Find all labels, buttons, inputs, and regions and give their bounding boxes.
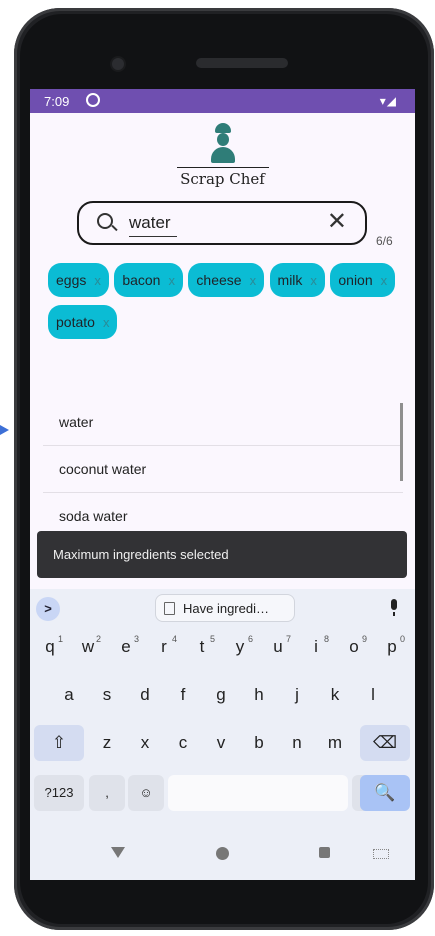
dnd-icon — [86, 93, 100, 107]
key-a[interactable]: a — [51, 677, 87, 713]
key-z[interactable]: z — [89, 725, 125, 761]
back-icon[interactable] — [111, 847, 125, 858]
earpiece-speaker — [196, 58, 288, 68]
app-title: Scrap Chef — [180, 170, 265, 188]
suggestion-dropdown: water coconut water soda water — [43, 399, 403, 534]
ingredient-search-bar[interactable]: ✕ — [77, 201, 367, 245]
key-w[interactable]: w2 — [70, 629, 106, 665]
search-icon — [97, 213, 113, 229]
key-u[interactable]: u7 — [260, 629, 296, 665]
expand-toolbar-icon[interactable]: > — [36, 597, 60, 621]
keyboard-row-1: q1 w2 e3 r4 t5 y6 u7 i8 o9 p0 — [30, 629, 415, 665]
key-p[interactable]: p0 — [374, 629, 410, 665]
keyboard-row-2: a s d f g h j k l — [30, 677, 415, 713]
key-r[interactable]: r4 — [146, 629, 182, 665]
emoji-key[interactable]: ☺ — [128, 775, 164, 811]
key-j[interactable]: j — [279, 677, 315, 713]
clear-search-icon[interactable]: ✕ — [327, 209, 347, 235]
clipboard-icon — [164, 601, 175, 615]
symbols-key[interactable]: ?123 — [34, 775, 84, 811]
clipboard-suggestion[interactable]: Have ingredi… — [155, 594, 295, 622]
chip-label: cheese — [196, 272, 242, 288]
chip-label: eggs — [56, 272, 87, 288]
search-input[interactable] — [129, 211, 299, 235]
chip-remove-icon[interactable]: x — [168, 273, 175, 288]
chip-potato[interactable]: potato x — [48, 305, 118, 339]
clipboard-suggestion-text: Have ingredi… — [183, 600, 269, 616]
chip-remove-icon[interactable]: x — [310, 273, 317, 288]
chip-remove-icon[interactable]: x — [250, 273, 257, 288]
signal-wifi-icons: ▾◢ — [379, 94, 397, 108]
comma-key[interactable]: , — [89, 775, 125, 811]
home-icon[interactable] — [216, 847, 229, 860]
key-g[interactable]: g — [203, 677, 239, 713]
key-e[interactable]: e3 — [108, 629, 144, 665]
key-q[interactable]: q1 — [32, 629, 68, 665]
chip-eggs[interactable]: eggs x — [48, 263, 109, 297]
chip-cheese[interactable]: cheese x — [188, 263, 265, 297]
key-d[interactable]: d — [127, 677, 163, 713]
suggestion-item[interactable]: coconut water — [43, 446, 403, 493]
chip-label: potato — [56, 314, 95, 330]
recents-icon[interactable] — [319, 847, 330, 858]
key-f[interactable]: f — [165, 677, 201, 713]
device-screen: 7:09 ▾◢ Scrap Chef ✕ 6/6 eggsx baconx ch… — [30, 89, 415, 880]
key-x[interactable]: x — [127, 725, 163, 761]
chip-label: milk — [277, 272, 303, 288]
chip-remove-icon[interactable]: x — [94, 273, 101, 288]
keyboard-switch-icon[interactable] — [373, 849, 389, 859]
chip-label: onion — [338, 272, 373, 288]
shift-key[interactable]: ⇧ — [34, 725, 84, 761]
keyboard-row-4: ?123 , ☺ . 🔍 — [30, 775, 415, 811]
chip-onion[interactable]: onion x — [330, 263, 396, 297]
logo-divider — [176, 167, 269, 168]
app-logo: Scrap Chef — [30, 123, 415, 188]
status-bar: 7:09 ▾◢ — [30, 89, 415, 113]
key-c[interactable]: c — [165, 725, 201, 761]
chip-bacon[interactable]: bacon x — [114, 263, 183, 297]
dropdown-scrollbar[interactable] — [400, 403, 403, 481]
key-l[interactable]: l — [355, 677, 391, 713]
spellcheck-underline — [129, 236, 177, 237]
soft-keyboard: > Have ingredi… q1 w2 e3 r4 t5 y6 u7 i8 … — [30, 589, 415, 880]
key-b[interactable]: b — [241, 725, 277, 761]
key-t[interactable]: t5 — [184, 629, 220, 665]
search-action-key[interactable]: 🔍 — [360, 775, 410, 811]
key-n[interactable]: n — [279, 725, 315, 761]
microphone-icon[interactable] — [391, 599, 397, 616]
chip-remove-icon[interactable]: x — [381, 273, 388, 288]
snackbar-message: Maximum ingredients selected — [53, 547, 229, 562]
space-key[interactable] — [168, 775, 348, 811]
side-arrow-marker — [0, 425, 9, 435]
navigation-bar — [30, 837, 415, 873]
chip-label: bacon — [122, 272, 161, 288]
key-v[interactable]: v — [203, 725, 239, 761]
key-o[interactable]: o9 — [336, 629, 372, 665]
key-h[interactable]: h — [241, 677, 277, 713]
keyboard-toolbar: > Have ingredi… — [30, 589, 415, 625]
status-time: 7:09 — [44, 94, 70, 109]
key-i[interactable]: i8 — [298, 629, 334, 665]
key-y[interactable]: y6 — [222, 629, 258, 665]
chip-remove-icon[interactable]: x — [103, 315, 110, 330]
chip-milk[interactable]: milk x — [269, 263, 325, 297]
selected-ingredients: eggs x bacon x cheese x milk x onion x potato… — [48, 263, 398, 347]
suggestion-item[interactable]: water — [43, 399, 403, 446]
key-k[interactable]: k — [317, 677, 353, 713]
backspace-key[interactable]: ⌫ — [360, 725, 410, 761]
keyboard-row-3: ⇧ z x c v b n m ⌫ — [30, 725, 415, 761]
chef-icon — [208, 123, 238, 163]
key-s[interactable]: s — [89, 677, 125, 713]
ingredient-count: 6/6 — [376, 234, 393, 248]
key-m[interactable]: m — [317, 725, 353, 761]
snackbar: Maximum ingredients selected — [37, 531, 407, 578]
front-camera — [112, 58, 124, 70]
suggestion-item[interactable]: soda water — [43, 493, 403, 534]
